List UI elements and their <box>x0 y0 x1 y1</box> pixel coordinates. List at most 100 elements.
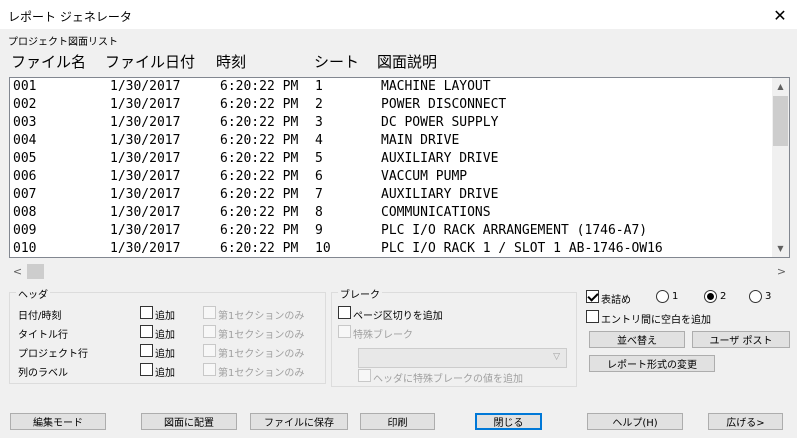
radio-3-label: 3 <box>765 291 772 302</box>
special-break-dropdown[interactable]: ▽ <box>358 348 567 368</box>
radio-2[interactable] <box>704 290 717 303</box>
radio-3[interactable] <box>749 290 762 303</box>
cell-file: 007 <box>13 187 37 202</box>
close-icon[interactable]: ✕ <box>763 0 797 30</box>
cell-desc: PLC I/O RACK ARRANGEMENT (1746-A7) <box>381 223 648 238</box>
vertical-scrollbar[interactable]: ▲ ▼ <box>772 78 789 257</box>
vertical-scroll-thumb[interactable] <box>773 96 788 146</box>
expand-button[interactable]: 広げる> <box>708 413 783 430</box>
cell-file: 009 <box>13 223 37 238</box>
drawing-list-caption: プロジェクト図面リスト <box>8 37 118 48</box>
columns-first-only-checkbox[interactable] <box>203 363 216 376</box>
cell-time: 6:20:22 PM <box>220 169 299 184</box>
break-group-legend: ブレーク <box>338 286 382 301</box>
cell-sheet: 8 <box>315 205 323 220</box>
cell-time: 6:20:22 PM <box>220 79 299 94</box>
title-first-only-checkbox[interactable] <box>203 325 216 338</box>
cell-date: 1/30/2017 <box>110 241 181 256</box>
list-row[interactable]: 003 1/30/2017 6:20:22 PM 3 DC POWER SUPPLY <box>10 114 774 132</box>
user-post-button[interactable]: ユーザ ポスト <box>692 331 790 348</box>
column-header-time: 時刻 <box>216 53 247 71</box>
sort-button[interactable]: 並べ替え <box>589 331 685 348</box>
scroll-right-icon[interactable]: > <box>773 263 790 280</box>
title-first-only-label: 第1セクションのみ <box>218 330 305 341</box>
change-report-format-button[interactable]: レポート形式の変更 <box>589 355 715 372</box>
header-break-value-checkbox[interactable] <box>358 369 371 382</box>
header-label-columns: 列のラベル <box>18 368 68 379</box>
cell-time: 6:20:22 PM <box>220 223 299 238</box>
scroll-left-icon[interactable]: < <box>9 263 26 280</box>
compact-checkbox[interactable] <box>586 290 599 303</box>
page-break-checkbox[interactable] <box>338 306 351 319</box>
cell-file: 004 <box>13 133 37 148</box>
special-break-label: 特殊ブレーク <box>353 330 413 341</box>
list-row[interactable]: 008 1/30/2017 6:20:22 PM 8 COMMUNICATIONS <box>10 204 774 222</box>
list-row[interactable]: 004 1/30/2017 6:20:22 PM 4 MAIN DRIVE <box>10 132 774 150</box>
blank-line-checkbox[interactable] <box>586 310 599 323</box>
datetime-add-label: 追加 <box>155 311 175 322</box>
cell-desc: AUXILIARY DRIVE <box>381 187 499 202</box>
list-row[interactable]: 006 1/30/2017 6:20:22 PM 6 VACCUM PUMP <box>10 168 774 186</box>
cell-sheet: 9 <box>315 223 323 238</box>
drawing-list[interactable]: 010 1/30/2017 6:20:22 PM 10 PLC I/O RACK 1 /… <box>9 77 790 258</box>
cell-sheet: 5 <box>315 151 323 166</box>
cell-file: 002 <box>13 97 37 112</box>
scroll-down-icon[interactable]: ▼ <box>772 240 789 257</box>
list-row[interactable]: 007 1/30/2017 6:20:22 PM 7 AUXILIARY DRIVE <box>10 186 774 204</box>
radio-1[interactable] <box>656 290 669 303</box>
cell-desc: AUXILIARY DRIVE <box>381 151 499 166</box>
cell-desc: DC POWER SUPPLY <box>381 115 499 130</box>
cell-time: 6:20:22 PM <box>220 205 299 220</box>
cell-date: 1/30/2017 <box>110 205 181 220</box>
cell-file: 010 <box>13 241 37 256</box>
horizontal-scroll-thumb[interactable] <box>27 264 44 279</box>
header-label-title: タイトル行 <box>18 330 68 341</box>
project-first-only-checkbox[interactable] <box>203 344 216 357</box>
help-button[interactable]: ヘルプ(H) <box>587 413 683 430</box>
edit-mode-button[interactable]: 編集モード <box>10 413 106 430</box>
title-add-label: 追加 <box>155 330 175 341</box>
cell-time: 6:20:22 PM <box>220 187 299 202</box>
page-break-label: ページ区切りを追加 <box>353 311 443 322</box>
list-row[interactable]: 002 1/30/2017 6:20:22 PM 2 POWER DISCONNECT <box>10 96 774 114</box>
close-button[interactable]: 閉じる <box>475 413 542 430</box>
list-row[interactable]: 010 1/30/2017 6:20:22 PM 10 PLC I/O RACK 1 /… <box>10 240 774 257</box>
special-break-checkbox[interactable] <box>338 325 351 338</box>
title-add-checkbox[interactable] <box>140 325 153 338</box>
cell-sheet: 3 <box>315 115 323 130</box>
cell-sheet: 10 <box>315 241 331 256</box>
columns-add-checkbox[interactable] <box>140 363 153 376</box>
window-title: レポート ジェネレータ <box>8 10 132 24</box>
cell-file: 001 <box>13 79 37 94</box>
project-add-label: 追加 <box>155 349 175 360</box>
place-on-drawing-button[interactable]: 図面に配置 <box>141 413 237 430</box>
cell-sheet: 7 <box>315 187 323 202</box>
list-row[interactable]: 005 1/30/2017 6:20:22 PM 5 AUXILIARY DRIVE <box>10 150 774 168</box>
datetime-add-checkbox[interactable] <box>140 306 153 319</box>
cell-date: 1/30/2017 <box>110 79 181 94</box>
save-to-file-button[interactable]: ファイルに保存 <box>250 413 348 430</box>
cell-desc: PLC I/O RACK 1 / SLOT 1 AB-1746-OW16 <box>381 241 663 256</box>
radio-1-label: 1 <box>672 291 679 302</box>
cell-sheet: 4 <box>315 133 323 148</box>
scroll-up-icon[interactable]: ▲ <box>772 78 789 95</box>
datetime-first-only-checkbox[interactable] <box>203 306 216 319</box>
print-button[interactable]: 印刷 <box>360 413 435 430</box>
list-row[interactable]: 001 1/30/2017 6:20:22 PM 1 MACHINE LAYOUT <box>10 78 774 96</box>
cell-time: 6:20:22 PM <box>220 115 299 130</box>
cell-time: 6:20:22 PM <box>220 151 299 166</box>
cell-date: 1/30/2017 <box>110 223 181 238</box>
cell-date: 1/30/2017 <box>110 169 181 184</box>
radio-2-label: 2 <box>720 291 727 302</box>
project-add-checkbox[interactable] <box>140 344 153 357</box>
cell-time: 6:20:22 PM <box>220 97 299 112</box>
cell-desc: VACCUM PUMP <box>381 169 468 184</box>
project-first-only-label: 第1セクションのみ <box>218 349 305 360</box>
cell-sheet: 2 <box>315 97 323 112</box>
list-row[interactable]: 009 1/30/2017 6:20:22 PM 9 PLC I/O RACK ARRA… <box>10 222 774 240</box>
blank-line-label: エントリ間に空白を追加 <box>601 315 711 326</box>
cell-desc: MAIN DRIVE <box>381 133 460 148</box>
horizontal-scrollbar[interactable]: < > <box>9 263 790 280</box>
cell-date: 1/30/2017 <box>110 187 181 202</box>
cell-file: 006 <box>13 169 37 184</box>
